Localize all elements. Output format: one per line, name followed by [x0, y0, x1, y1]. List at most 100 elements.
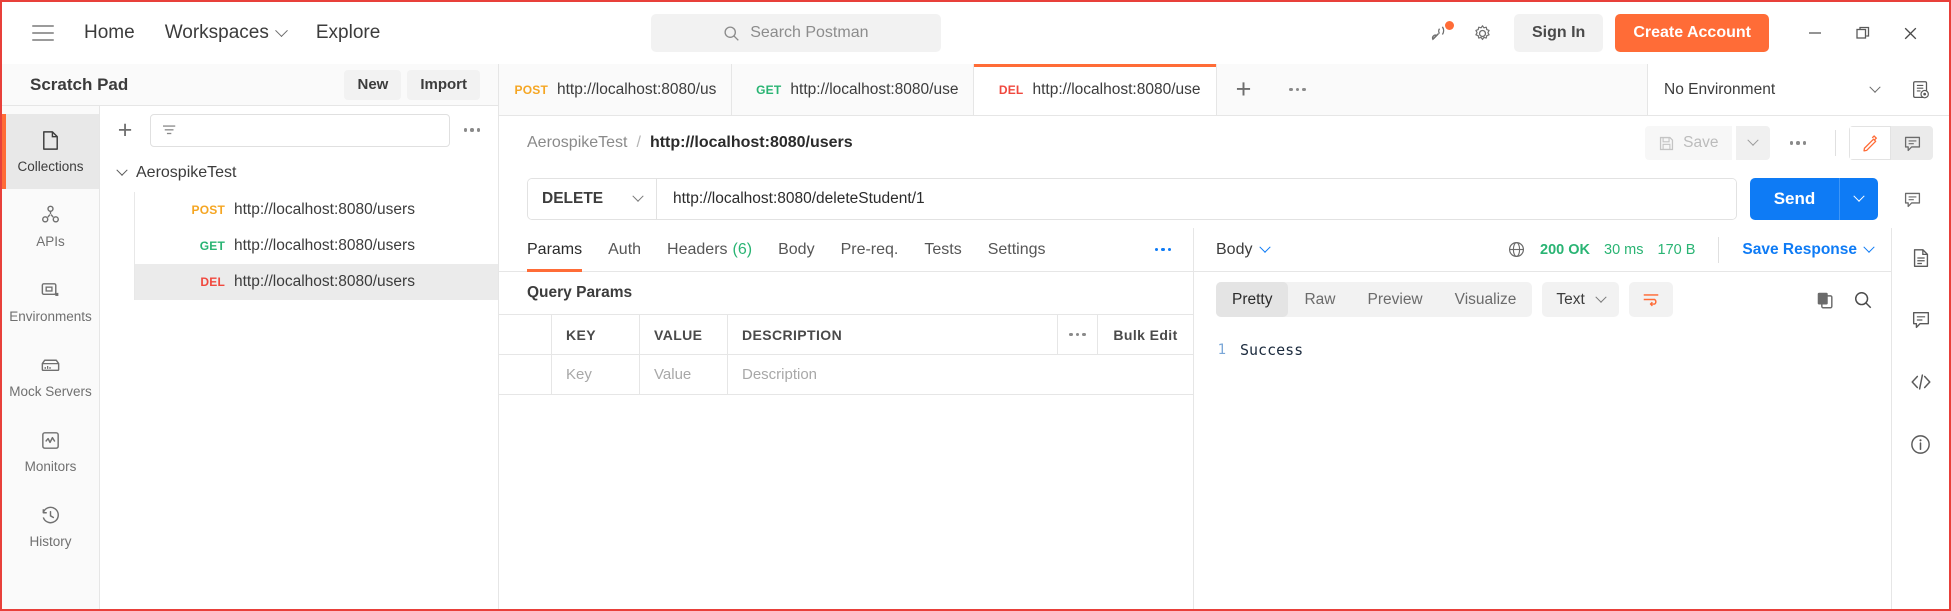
comment-icon[interactable]	[1891, 126, 1933, 160]
import-button[interactable]: Import	[407, 69, 480, 100]
row-key-input[interactable]: Key	[552, 355, 640, 394]
sidebar-item-environments[interactable]: Environments	[2, 264, 99, 339]
tab-auth[interactable]: Auth	[608, 228, 641, 272]
new-button[interactable]: New	[344, 69, 402, 100]
breadcrumb-request-name: http://localhost:8080/users	[649, 134, 853, 151]
bulk-edit-button[interactable]: Bulk Edit	[1098, 315, 1193, 354]
request-url: http://localhost:8080/users	[234, 237, 415, 254]
tab-pre-request[interactable]: Pre-req.	[841, 228, 899, 272]
code-snippet-icon[interactable]	[1903, 364, 1939, 400]
environment-quick-look-icon[interactable]	[1893, 64, 1949, 115]
request-tabs-more-icon[interactable]	[1151, 244, 1176, 256]
send-button[interactable]: Send	[1750, 178, 1839, 220]
notification-badge	[1444, 21, 1454, 30]
restore-icon[interactable]	[1841, 14, 1885, 52]
collections-toolbar: +	[100, 106, 498, 154]
word-wrap-icon[interactable]	[1628, 282, 1673, 317]
sign-in-button[interactable]: Sign In	[1513, 14, 1604, 52]
collection-request-get[interactable]: GET http://localhost:8080/users	[134, 228, 498, 264]
response-stats: 200 OK 30 ms 170 B Save Response	[1507, 236, 1875, 263]
method-label: GET	[199, 239, 225, 253]
collection-request-post[interactable]: POST http://localhost:8080/users	[134, 192, 498, 228]
sidebar-item-collections-label: Collections	[17, 159, 84, 174]
collection-aerospiketest[interactable]: AerospikeTest	[100, 154, 498, 192]
search-icon[interactable]	[1853, 290, 1873, 310]
tab-del-users[interactable]: DEL http://localhost:8080/use	[974, 64, 1217, 115]
sidebar-item-monitors[interactable]: Monitors	[2, 414, 99, 489]
value-placeholder: Value	[654, 366, 692, 383]
tab-get-users[interactable]: GET http://localhost:8080/use	[732, 64, 975, 115]
minimize-icon[interactable]	[1793, 14, 1837, 52]
workspace-bar: Scratch Pad New Import	[2, 64, 498, 106]
response-size: 170 B	[1657, 241, 1696, 258]
chevron-down-icon	[1853, 190, 1865, 202]
environment-selector[interactable]: No Environment	[1648, 64, 1893, 115]
request-actions: Save	[1645, 126, 1933, 160]
row-checkbox[interactable]	[499, 355, 552, 394]
row-value-input[interactable]: Value	[640, 355, 728, 394]
request-comment-icon[interactable]	[1891, 190, 1933, 209]
copy-icon[interactable]	[1815, 290, 1835, 310]
tab-raw[interactable]: Raw	[1288, 282, 1351, 317]
filter-input[interactable]	[150, 113, 450, 147]
add-collection-button[interactable]: +	[110, 115, 140, 145]
send-options-button[interactable]	[1840, 178, 1878, 220]
search-input[interactable]: Search Postman	[650, 14, 941, 52]
sidebar-item-mock-servers[interactable]: Mock Servers	[2, 339, 99, 414]
method-selector[interactable]: DELETE	[528, 179, 656, 219]
environment-label: No Environment	[1664, 80, 1776, 98]
row-description-input[interactable]: Description	[728, 355, 1193, 394]
globe-icon[interactable]	[1507, 240, 1526, 259]
info-icon[interactable]	[1903, 426, 1939, 462]
collections-icon	[43, 131, 58, 150]
nav-home[interactable]: Home	[84, 22, 135, 44]
sidebar-item-history[interactable]: History	[2, 489, 99, 564]
new-tab-button[interactable]: +	[1217, 64, 1271, 115]
response-format-selector[interactable]: Text	[1542, 282, 1619, 317]
save-options-button[interactable]	[1735, 126, 1770, 160]
collection-tree: AerospikeTest POST http://localhost:8080…	[100, 154, 498, 609]
monitors-icon	[42, 432, 59, 449]
sidebar-item-collections[interactable]: Collections	[2, 114, 99, 189]
send-group: Send	[1750, 178, 1878, 220]
tab-title: http://localhost:8080/use	[1032, 80, 1201, 98]
save-button[interactable]: Save	[1645, 126, 1732, 160]
table-row[interactable]: Key Value Description	[499, 355, 1193, 395]
create-account-button[interactable]: Create Account	[1615, 14, 1769, 52]
tab-params[interactable]: Params	[527, 228, 583, 272]
close-icon[interactable]	[1889, 14, 1933, 52]
sidebar-item-apis[interactable]: APIs	[2, 189, 99, 264]
gear-icon[interactable]	[1464, 14, 1502, 52]
sidebar-item-mock-servers-label: Mock Servers	[9, 384, 92, 399]
tab-body[interactable]: Body	[778, 228, 814, 272]
response-body[interactable]: 1 Success	[1194, 327, 1891, 609]
tab-post-users[interactable]: POST http://localhost:8080/us	[499, 64, 733, 115]
tab-pretty[interactable]: Pretty	[1216, 282, 1289, 317]
hamburger-icon[interactable]	[32, 25, 54, 41]
satellite-icon[interactable]	[1422, 14, 1460, 52]
tab-preview[interactable]: Preview	[1352, 282, 1439, 317]
collections-more-icon[interactable]	[460, 124, 485, 136]
table-options-icon[interactable]	[1058, 315, 1098, 354]
url-input[interactable]: http://localhost:8080/deleteStudent/1	[657, 179, 1736, 219]
tab-options-icon[interactable]	[1271, 64, 1325, 115]
breadcrumb-collection[interactable]: AerospikeTest	[527, 134, 628, 152]
apis-icon	[42, 205, 59, 223]
comments-icon[interactable]	[1903, 302, 1939, 338]
collection-request-del[interactable]: DEL http://localhost:8080/users	[134, 264, 498, 300]
tab-visualize[interactable]: Visualize	[1439, 282, 1533, 317]
nav-workspaces[interactable]: Workspaces	[164, 22, 288, 44]
status-code: 200 OK	[1540, 241, 1590, 258]
tab-headers[interactable]: Headers (6)	[667, 228, 752, 272]
response-body-selector[interactable]: Body	[1216, 241, 1272, 259]
edit-mode-button[interactable]	[1849, 126, 1891, 160]
breadcrumb-separator: /	[636, 134, 641, 151]
tab-tests[interactable]: Tests	[924, 228, 961, 272]
request-more-icon[interactable]	[1786, 137, 1811, 149]
url-box: DELETE http://localhost:8080/deleteStude…	[527, 178, 1737, 220]
nav-workspaces-label: Workspaces	[164, 22, 269, 43]
save-response-button[interactable]: Save Response	[1742, 241, 1875, 259]
documentation-icon[interactable]	[1903, 240, 1939, 276]
nav-explore[interactable]: Explore	[316, 22, 380, 44]
tab-settings[interactable]: Settings	[988, 228, 1046, 272]
